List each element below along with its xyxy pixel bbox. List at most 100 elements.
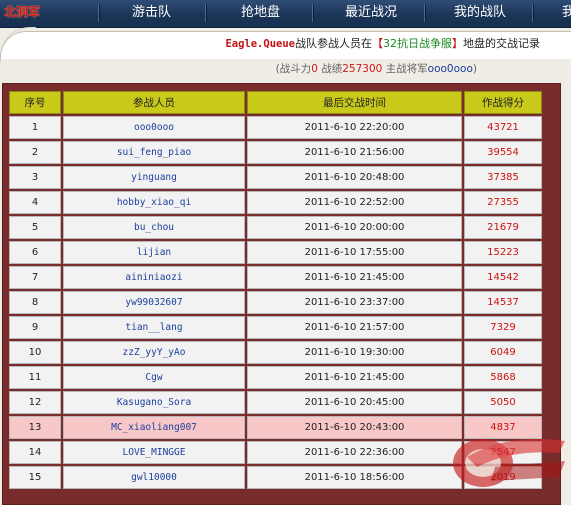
last-battle-time: 2011-6-10 17:55:00 [247,241,462,264]
score-value: 257300 [342,63,383,75]
row-number: 11 [9,366,61,389]
column-header-no: 序号 [9,91,61,114]
last-battle-time: 2011-6-10 21:56:00 [247,141,462,164]
member-name-link[interactable]: tian__lang [63,316,245,339]
bracket-open: 【 [372,37,383,50]
last-battle-time: 2011-6-10 22:20:00 [247,116,462,139]
last-battle-time: 2011-6-10 21:45:00 [247,266,462,289]
nav-divider [424,4,426,22]
title-end: 地盘的交战记录 [463,37,540,50]
table-row: 13 MC_xiaoliang007 2011-6-10 20:43:00 4837 [9,416,542,439]
battle-record-table: 序号 参战人员 最后交战时间 作战得分 1 ooo0ooo 2011-6-10 22… [7,89,544,491]
row-number: 15 [9,466,61,489]
table-row: 9 tian__lang 2011-6-10 21:57:00 7329 [9,316,542,339]
page-header: Eagle.Queue战队参战人员在【32抗日战争服】地盘的交战记录 (战斗力0… [0,27,571,81]
table-header-row: 序号 参战人员 最后交战时间 作战得分 [9,91,542,114]
member-name-link[interactable]: bu_chou [63,216,245,239]
nav-divider [532,4,534,22]
battle-score: 37385 [464,166,542,189]
row-number: 3 [9,166,61,189]
member-name-link[interactable]: hobby_xiao_qi [63,191,245,214]
member-name-link[interactable]: sui_feng_piao [63,141,245,164]
table-body: 1 ooo0ooo 2011-6-10 22:20:00 43721 2 sui_feng… [9,116,542,489]
last-battle-time: 2011-6-10 22:36:00 [247,441,462,464]
column-header-score: 作战得分 [464,91,542,114]
member-name-link[interactable]: LOVE_MINGGE [63,441,245,464]
battle-score: 43721 [464,116,542,139]
nav-item-guerrilla[interactable]: 游击队 [132,0,171,27]
last-battle-time: 2011-6-10 20:45:00 [247,391,462,414]
row-number: 5 [9,216,61,239]
team-stats-line: (战斗力0 战绩257300 主战将军ooo0ooo) [276,62,477,77]
nav-item-more[interactable]: 我 [562,0,571,27]
table-row: 8 yw99032607 2011-6-10 23:37:00 14537 [9,291,542,314]
member-name-link[interactable]: gwl10000 [63,466,245,489]
member-name-link[interactable]: Kasugano_Sora [63,391,245,414]
nav-item-grab-territory[interactable]: 抢地盘 [241,0,280,27]
top-nav-bar: 北洞军 游击队 抢地盘 最近战况 我的战队 我 [0,0,571,28]
battle-score: 7329 [464,316,542,339]
table-row: 4 hobby_xiao_qi 2011-6-10 22:52:00 27355 [9,191,542,214]
last-battle-time: 2011-6-10 23:37:00 [247,291,462,314]
table-row: 14 LOVE_MINGGE 2011-6-10 22:36:00 2547 [9,441,542,464]
row-number: 6 [9,241,61,264]
battle-score: 4837 [464,416,542,439]
battle-score: 6049 [464,341,542,364]
member-name-link[interactable]: yinguang [63,166,245,189]
member-name-link[interactable]: aininiaozi [63,266,245,289]
last-battle-time: 2011-6-10 18:56:00 [247,466,462,489]
row-number: 9 [9,316,61,339]
nav-divider [205,4,207,22]
table-row: 10 zzZ_yyY_yAo 2011-6-10 19:30:00 6049 [9,341,542,364]
battle-score: 5050 [464,391,542,414]
row-number: 12 [9,391,61,414]
general-label: 主战将军 [382,63,428,75]
table-row: 2 sui_feng_piao 2011-6-10 21:56:00 39554 [9,141,542,164]
table-row: 6 lijian 2011-6-10 17:55:00 15223 [9,241,542,264]
team-name[interactable]: Eagle.Queue [225,38,295,50]
page-title: Eagle.Queue战队参战人员在【32抗日战争服】地盘的交战记录 [225,36,540,52]
member-name-link[interactable]: Cgw [63,366,245,389]
battle-score: 2019 [464,466,542,489]
member-name-link[interactable]: lijian [63,241,245,264]
member-name-link[interactable]: zzZ_yyY_yAo [63,341,245,364]
member-name-link[interactable]: ooo0ooo [63,116,245,139]
score-label: 战绩 [317,63,343,75]
power-value: 0 [311,63,318,75]
row-number: 14 [9,441,61,464]
stats-open: (战斗力 [275,63,312,75]
last-battle-time: 2011-6-10 20:00:00 [247,216,462,239]
row-number: 7 [9,266,61,289]
stats-close: ) [472,63,477,75]
column-header-member: 参战人员 [63,91,245,114]
general-name[interactable]: ooo0ooo [428,63,473,75]
table-row: 11 Cgw 2011-6-10 21:45:00 5868 [9,366,542,389]
row-number: 2 [9,141,61,164]
server-name[interactable]: 32抗日战争服 [383,37,452,50]
table-row: 12 Kasugano_Sora 2011-6-10 20:45:00 5050 [9,391,542,414]
last-battle-time: 2011-6-10 21:45:00 [247,366,462,389]
row-number: 4 [9,191,61,214]
row-number: 1 [9,116,61,139]
last-battle-time: 2011-6-10 19:30:00 [247,341,462,364]
table-row: 5 bu_chou 2011-6-10 20:00:00 21679 [9,216,542,239]
table-row: 15 gwl10000 2011-6-10 18:56:00 2019 [9,466,542,489]
nav-divider [312,4,314,22]
nav-item-my-team[interactable]: 我的战队 [454,0,506,27]
battle-score: 21679 [464,216,542,239]
member-name-link[interactable]: yw99032607 [63,291,245,314]
nav-item-recent-battles[interactable]: 最近战况 [345,0,397,27]
table-row: 1 ooo0ooo 2011-6-10 22:20:00 43721 [9,116,542,139]
game-logo[interactable]: 北洞军 [4,3,40,21]
table-row: 3 yinguang 2011-6-10 20:48:00 37385 [9,166,542,189]
member-name-link[interactable]: MC_xiaoliang007 [63,416,245,439]
table-row: 7 aininiaozi 2011-6-10 21:45:00 14542 [9,266,542,289]
row-number: 8 [9,291,61,314]
last-battle-time: 2011-6-10 21:57:00 [247,316,462,339]
battle-score: 14542 [464,266,542,289]
battle-score: 14537 [464,291,542,314]
last-battle-time: 2011-6-10 20:43:00 [247,416,462,439]
battle-record-panel: 序号 参战人员 最后交战时间 作战得分 1 ooo0ooo 2011-6-10 22… [2,83,561,505]
column-header-last-battle-time: 最后交战时间 [247,91,462,114]
title-mid: 战队参战人员在 [295,37,372,50]
